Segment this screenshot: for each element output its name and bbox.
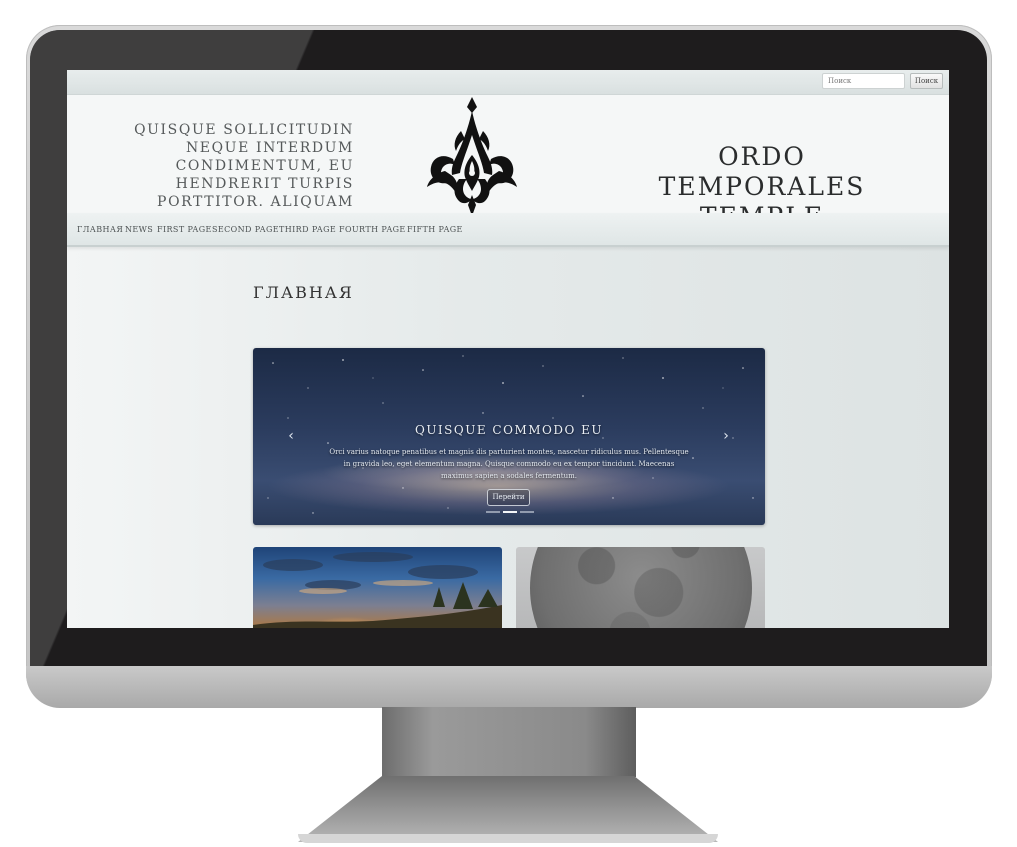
monitor-stand-base (298, 776, 718, 842)
carousel-indicator[interactable] (520, 511, 534, 513)
monitor-stand-neck (382, 707, 636, 777)
nav-item-second-page[interactable]: Second Page (212, 225, 279, 234)
main-navigation: Главная News First Page Second Page Thir… (67, 213, 949, 247)
moon-image-card[interactable] (516, 547, 765, 628)
page-heading: Главная (253, 283, 354, 302)
site-logo[interactable] (423, 95, 521, 217)
search-input[interactable] (822, 73, 905, 89)
monitor-stand-base-edge (298, 834, 718, 843)
nav-item-third-page[interactable]: Third Page (279, 225, 336, 234)
nav-item-news[interactable]: News (125, 225, 153, 234)
nav-item-home[interactable]: Главная (77, 225, 123, 234)
carousel-indicator[interactable] (486, 511, 500, 513)
nav-item-first-page[interactable]: First Page (157, 225, 212, 234)
moon-image (530, 547, 752, 628)
search-button[interactable]: Поиск (910, 73, 943, 89)
sunset-landscape-image (253, 552, 502, 628)
slide-go-button[interactable]: Перейти (487, 489, 530, 506)
slide-title: Quisque commodo eu (414, 423, 603, 437)
site-header: Quisque sollicitudin neque interdum cond… (67, 95, 949, 231)
slide-caption: Orci varius natoque penatibus et magnis … (329, 448, 689, 480)
sunset-image-card[interactable] (253, 547, 502, 628)
image-carousel[interactable]: ‹ › Quisque commodo eu Orci varius natoq… (253, 348, 765, 525)
website-screen: Поиск Quisque sollicitudin neque interdu… (67, 70, 949, 628)
nav-item-fourth-page[interactable]: Fourth Page (339, 225, 406, 234)
monitor-chin (26, 666, 992, 708)
nav-item-fifth-page[interactable]: Fifth Page (407, 225, 463, 234)
carousel-indicator-active[interactable] (503, 511, 517, 513)
top-search-bar: Поиск (67, 70, 949, 95)
